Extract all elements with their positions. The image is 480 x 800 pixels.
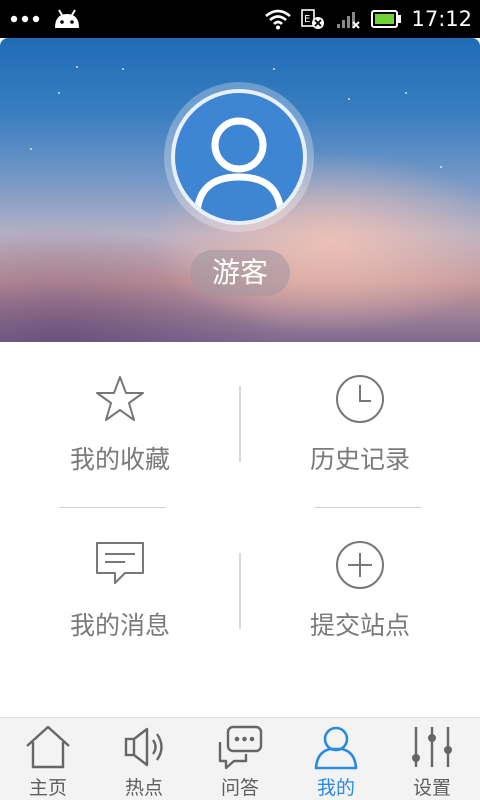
messages-item[interactable]: 我的消息 — [0, 540, 240, 670]
favorites-item[interactable]: 我的收藏 — [0, 374, 240, 504]
history-item[interactable]: 历史记录 — [240, 374, 480, 504]
tab-qa-label: 问答 — [220, 777, 259, 799]
tab-mine[interactable]: 我的 — [288, 718, 384, 800]
person-icon — [314, 726, 358, 770]
more-dots-icon — [10, 15, 40, 23]
username-label[interactable]: 游客 — [190, 250, 290, 296]
tab-qa[interactable]: 问答 — [192, 718, 288, 800]
tab-settings[interactable]: 设置 — [384, 718, 480, 800]
status-bar: E 17:12 — [0, 0, 480, 38]
status-time: 17:12 — [411, 7, 472, 31]
message-icon — [96, 542, 144, 584]
chat-bubbles-icon — [218, 725, 263, 770]
tab-settings-label: 设置 — [412, 777, 451, 799]
bottom-tab-bar: 主页 热点 问答 我的 设置 — [0, 717, 480, 800]
home-icon — [26, 725, 70, 769]
android-icon — [55, 9, 79, 28]
profile-header: 游客 — [0, 38, 480, 342]
menu-divider-left — [60, 507, 166, 508]
tab-home[interactable]: 主页 — [0, 718, 96, 800]
wifi-icon — [265, 9, 292, 30]
add-circle-icon — [336, 541, 384, 589]
sliders-icon — [412, 727, 452, 767]
favorites-label: 我的收藏 — [69, 445, 170, 474]
tab-hot[interactable]: 热点 — [96, 718, 192, 800]
tab-hot-label: 热点 — [124, 777, 163, 799]
tab-mine-label: 我的 — [316, 777, 355, 799]
history-label: 历史记录 — [309, 445, 410, 474]
tab-home-label: 主页 — [28, 777, 67, 799]
signal-icon — [337, 12, 361, 29]
submit-site-label: 提交站点 — [309, 611, 410, 640]
speaker-icon — [124, 727, 163, 767]
svg-text:E: E — [304, 14, 310, 25]
data-off-icon: E — [301, 9, 325, 29]
screen: E 17:12 游客 我的收藏 历史记录 我的消息 提交站点 主页 热点 问答 … — [0, 0, 480, 800]
star-outline-icon — [96, 376, 144, 421]
battery-icon — [371, 10, 402, 28]
submit-site-item[interactable]: 提交站点 — [240, 540, 480, 670]
clock-icon — [336, 375, 384, 423]
menu-divider-right — [315, 507, 421, 508]
user-icon — [193, 117, 285, 218]
messages-label: 我的消息 — [69, 611, 170, 640]
avatar[interactable] — [171, 89, 307, 225]
